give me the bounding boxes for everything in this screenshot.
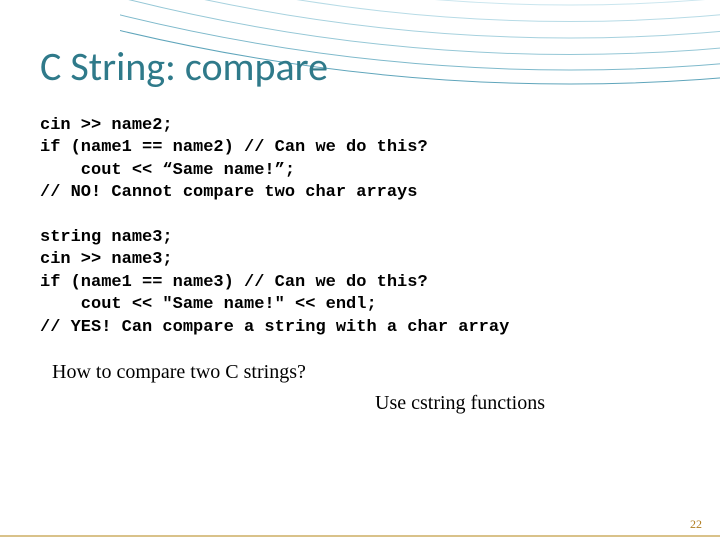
question-text: How to compare two C strings? [52,361,680,384]
code-block-2: string name3; cin >> name3; if (name1 ==… [40,227,680,339]
bottom-rule [0,535,720,537]
answer-text: Use cstring functions [240,392,680,415]
slide-title: C String: compare [40,42,680,91]
slide-content: C String: compare cin >> name2; if (name… [0,0,720,415]
code-block-1: cin >> name2; if (name1 == name2) // Can… [40,115,680,205]
page-number: 22 [690,517,702,532]
